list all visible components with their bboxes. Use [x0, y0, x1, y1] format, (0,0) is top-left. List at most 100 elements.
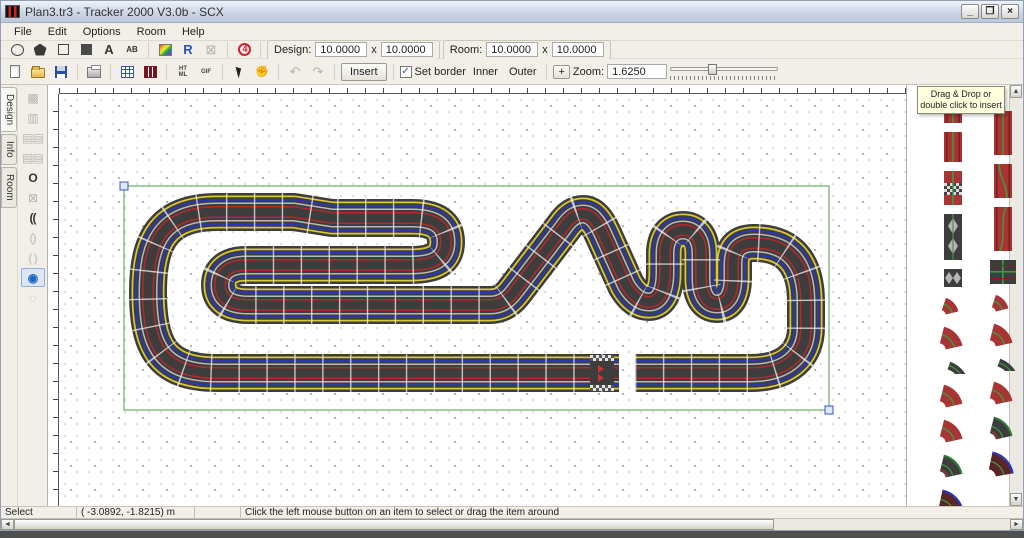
scroll-up-icon[interactable]: ▲ — [1010, 85, 1022, 98]
piece-thumbnail-lane-change-straight[interactable] — [994, 163, 1012, 201]
menu-options[interactable]: Options — [76, 25, 128, 39]
file-toolbar: HT ML GIF ✊ ↶ ↷ Insert ✓ Set border Inne… — [1, 59, 1023, 85]
piece-thumbnail-half-straight[interactable] — [944, 132, 962, 165]
maximize-button[interactable]: ❐ — [981, 4, 999, 19]
hand-icon: ✊ — [255, 66, 269, 78]
piece-thumbnail-full-straight[interactable] — [994, 111, 1012, 158]
canvas-hscrollbar[interactable]: ◄ ► — [1, 518, 1023, 530]
piece-thumbnail-small-curve[interactable] — [990, 293, 1016, 316]
circle-tool[interactable]: ◌ — [21, 288, 45, 307]
print-button[interactable] — [84, 63, 104, 81]
pick-item-button[interactable]: R — [178, 41, 198, 59]
rotate-button[interactable] — [234, 41, 254, 59]
piece-thumbnail-narrow-chicane[interactable] — [944, 214, 962, 263]
track-layout[interactable] — [48, 85, 906, 506]
redo-button[interactable]: ↷ — [308, 63, 328, 81]
piece-thumbnail-standard-curve[interactable] — [938, 325, 968, 354]
outer-border-button[interactable]: Outer — [505, 65, 541, 79]
scroll-right-icon[interactable]: ► — [1010, 519, 1023, 530]
curves-tool[interactable]: (( — [21, 208, 45, 227]
tab-info[interactable]: Info — [1, 134, 17, 165]
piece-thumbnail-curve-crossover[interactable] — [994, 206, 1012, 254]
zoom-slider-track[interactable] — [670, 66, 779, 71]
oval-tool[interactable]: O — [21, 168, 45, 187]
piece-thumbnail-outer-curve[interactable] — [988, 415, 1018, 444]
selection-handle-br — [824, 405, 834, 415]
tab-design[interactable]: Design — [1, 87, 17, 133]
zoom-slider-ticks — [670, 75, 779, 80]
color-palette-button[interactable] — [155, 41, 175, 59]
scroll-left-icon[interactable]: ◄ — [1, 519, 14, 530]
parts-list-button[interactable] — [140, 63, 160, 81]
pentagon-tool-button[interactable] — [30, 41, 50, 59]
pieces-column-2 — [987, 111, 1019, 506]
piece-thumbnail-outer-curve[interactable] — [938, 453, 968, 482]
select-mode-button[interactable] — [229, 63, 249, 81]
piece-thumbnail-start-finish-straight[interactable] — [944, 171, 962, 208]
design-width-field[interactable]: 10.0000 — [315, 42, 368, 57]
piece-thumbnail-short-dark-curve[interactable] — [940, 360, 969, 383]
menu-file[interactable]: File — [7, 25, 39, 39]
grid-view-button[interactable] — [117, 63, 137, 81]
tab-room[interactable]: Room — [1, 166, 17, 208]
title-bar[interactable]: Plan3.tr3 - Tracker 2000 V3.0b - SCX _ ❐… — [1, 1, 1023, 23]
zoom-slider-thumb[interactable] — [708, 63, 718, 75]
set-border-checkbox[interactable]: ✓ — [399, 65, 412, 78]
insert-button[interactable]: Insert — [341, 62, 387, 81]
radius-tool[interactable]: ◉ — [20, 268, 45, 287]
design-size-label: Design: — [274, 43, 312, 56]
inner-border-button[interactable]: Inner — [469, 65, 502, 79]
save-file-button[interactable] — [51, 63, 71, 81]
design-height-field[interactable]: 10.0000 — [380, 42, 433, 57]
hscroll-thumb[interactable] — [14, 519, 774, 530]
open-file-button[interactable] — [28, 63, 48, 81]
piece-thumbnail-banked-curve[interactable] — [987, 450, 1019, 481]
zoom-slider[interactable] — [670, 63, 779, 81]
room-height-field[interactable]: 10.0000 — [551, 42, 604, 57]
zoom-in-button[interactable]: + — [553, 64, 570, 79]
menu-edit[interactable]: Edit — [41, 25, 74, 39]
piece-thumbnail-standard-curve[interactable] — [988, 322, 1018, 351]
undo-button[interactable]: ↶ — [285, 63, 305, 81]
piece-thumbnail-crossing-intersection[interactable] — [990, 260, 1016, 287]
piece-thumbnail-standard-curve[interactable] — [988, 380, 1018, 409]
selection-handle-tl — [119, 181, 129, 191]
rename-tool-button[interactable]: AB — [122, 41, 142, 59]
status-coordinates: ( -3.0892, -1.8215) m — [77, 507, 195, 518]
room-width-field[interactable]: 10.0000 — [486, 42, 539, 57]
pieces-grid2-tool[interactable]: ▤▤ — [21, 148, 45, 167]
piece-thumbnail-short-dark-curve[interactable] — [990, 357, 1019, 380]
close-button[interactable]: × — [1001, 4, 1019, 19]
menu-room[interactable]: Room — [130, 25, 173, 39]
piece-thumbnail-standard-curve[interactable] — [938, 418, 968, 447]
new-file-button[interactable] — [5, 63, 25, 81]
straight-tool[interactable]: ▥ — [21, 108, 45, 127]
piece-thumbnail-banked-curve[interactable] — [937, 488, 969, 506]
piece-thumbnail-connector-piece[interactable] — [944, 269, 962, 290]
rectangle-tool-button[interactable] — [53, 41, 73, 59]
junction-tool[interactable]: ▩ — [21, 88, 45, 107]
crossing-tool[interactable]: ⊠ — [21, 188, 45, 207]
export-gif-button[interactable]: GIF — [196, 63, 216, 81]
set-border-label: Set border — [414, 65, 466, 78]
design-x-label: x — [371, 43, 377, 56]
design-canvas[interactable] — [47, 85, 906, 506]
pieces-grid-tool[interactable]: ▤▤ — [21, 128, 45, 147]
desktop-strip — [0, 531, 1024, 538]
delete-shape-button[interactable]: ⊠ — [201, 41, 221, 59]
hscroll-track[interactable] — [774, 519, 1010, 530]
menu-help[interactable]: Help — [175, 25, 212, 39]
text-tool-button[interactable]: A — [99, 41, 119, 59]
export-html-button[interactable]: HT ML — [173, 63, 193, 81]
piece-thumbnail-small-curve[interactable] — [940, 296, 966, 319]
loop-tool[interactable]: ( ) — [21, 248, 45, 267]
filled-rectangle-tool-button[interactable] — [76, 41, 96, 59]
pan-mode-button[interactable]: ✊ — [252, 63, 272, 81]
minimize-button[interactable]: _ — [961, 4, 979, 19]
piece-thumbnail-standard-curve[interactable] — [938, 383, 968, 412]
room-x-label: x — [542, 43, 548, 56]
zoom-value-field[interactable]: 1.6250 — [607, 64, 668, 79]
curve-pair-tool[interactable]: () — [21, 228, 45, 247]
ellipse-tool-button[interactable] — [7, 41, 27, 59]
status-bar: Select ( -3.0892, -1.8215) m Click the l… — [1, 506, 1023, 518]
